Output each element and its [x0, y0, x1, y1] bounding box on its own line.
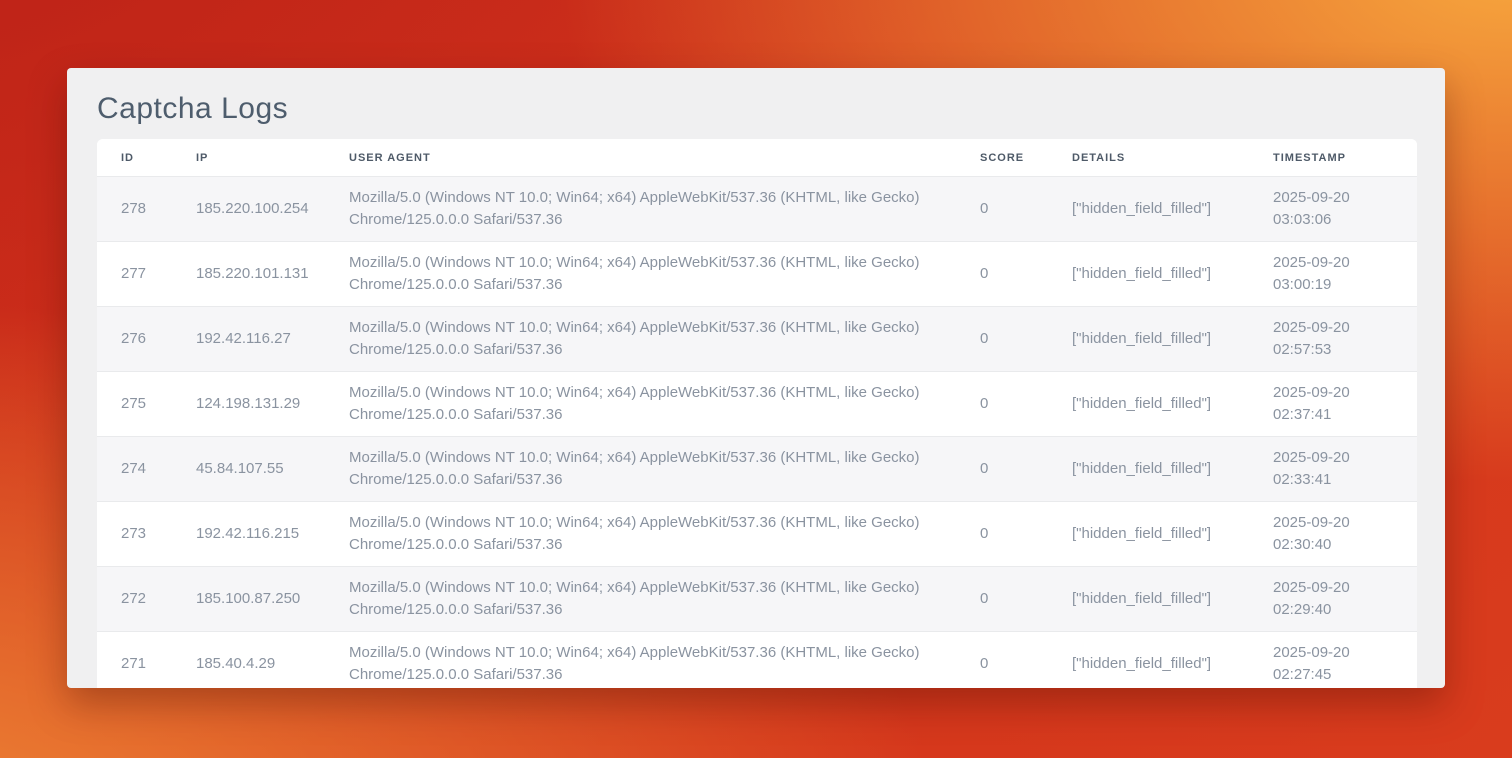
column-header-timestamp: TIMESTAMP: [1273, 152, 1417, 164]
page-background: { "page": { "title": "Captcha Logs" }, "…: [0, 0, 1512, 758]
cell-user-agent: Mozilla/5.0 (Windows NT 10.0; Win64; x64…: [349, 577, 980, 621]
cell-ip: 192.42.116.215: [196, 523, 349, 545]
cell-details: ["hidden_field_filled"]: [1072, 523, 1273, 545]
cell-score: 0: [980, 523, 1072, 545]
cell-user-agent: Mozilla/5.0 (Windows NT 10.0; Win64; x64…: [349, 252, 980, 296]
cell-id: 277: [121, 263, 196, 285]
cell-ip: 185.220.100.254: [196, 198, 349, 220]
cell-ip: 185.100.87.250: [196, 588, 349, 610]
cell-score: 0: [980, 458, 1072, 480]
cell-details: ["hidden_field_filled"]: [1072, 653, 1273, 675]
table-row: 276 192.42.116.27 Mozilla/5.0 (Windows N…: [97, 306, 1417, 371]
page-title: Captcha Logs: [67, 68, 1445, 128]
cell-score: 0: [980, 653, 1072, 675]
cell-timestamp: 2025-09-20 02:37:41: [1273, 382, 1417, 426]
cell-ip: 124.198.131.29: [196, 393, 349, 415]
column-header-details: DETAILS: [1072, 152, 1273, 164]
column-header-ip: IP: [196, 152, 349, 164]
cell-id: 272: [121, 588, 196, 610]
cell-details: ["hidden_field_filled"]: [1072, 198, 1273, 220]
table-body: 278 185.220.100.254 Mozilla/5.0 (Windows…: [97, 176, 1417, 688]
table-row: 273 192.42.116.215 Mozilla/5.0 (Windows …: [97, 501, 1417, 566]
cell-ip: 185.220.101.131: [196, 263, 349, 285]
cell-id: 271: [121, 653, 196, 675]
cell-id: 275: [121, 393, 196, 415]
cell-timestamp: 2025-09-20 02:57:53: [1273, 317, 1417, 361]
cell-user-agent: Mozilla/5.0 (Windows NT 10.0; Win64; x64…: [349, 317, 980, 361]
table-row: 271 185.40.4.29 Mozilla/5.0 (Windows NT …: [97, 631, 1417, 688]
cell-user-agent: Mozilla/5.0 (Windows NT 10.0; Win64; x64…: [349, 187, 980, 231]
cell-id: 276: [121, 328, 196, 350]
cell-user-agent: Mozilla/5.0 (Windows NT 10.0; Win64; x64…: [349, 642, 980, 686]
captcha-logs-card: Captcha Logs ID IP USER AGENT SCORE DETA…: [67, 68, 1445, 688]
cell-score: 0: [980, 263, 1072, 285]
cell-user-agent: Mozilla/5.0 (Windows NT 10.0; Win64; x64…: [349, 512, 980, 556]
cell-score: 0: [980, 393, 1072, 415]
cell-id: 273: [121, 523, 196, 545]
cell-timestamp: 2025-09-20 02:33:41: [1273, 447, 1417, 491]
column-header-user-agent: USER AGENT: [349, 152, 980, 164]
cell-id: 274: [121, 458, 196, 480]
cell-user-agent: Mozilla/5.0 (Windows NT 10.0; Win64; x64…: [349, 382, 980, 426]
cell-id: 278: [121, 198, 196, 220]
cell-details: ["hidden_field_filled"]: [1072, 393, 1273, 415]
cell-timestamp: 2025-09-20 02:27:45: [1273, 642, 1417, 686]
cell-timestamp: 2025-09-20 02:29:40: [1273, 577, 1417, 621]
table-row: 277 185.220.101.131 Mozilla/5.0 (Windows…: [97, 241, 1417, 306]
cell-timestamp: 2025-09-20 03:00:19: [1273, 252, 1417, 296]
cell-ip: 192.42.116.27: [196, 328, 349, 350]
table-row: 272 185.100.87.250 Mozilla/5.0 (Windows …: [97, 566, 1417, 631]
cell-ip: 45.84.107.55: [196, 458, 349, 480]
cell-details: ["hidden_field_filled"]: [1072, 588, 1273, 610]
cell-user-agent: Mozilla/5.0 (Windows NT 10.0; Win64; x64…: [349, 447, 980, 491]
cell-timestamp: 2025-09-20 02:30:40: [1273, 512, 1417, 556]
cell-timestamp: 2025-09-20 03:03:06: [1273, 187, 1417, 231]
table-row: 278 185.220.100.254 Mozilla/5.0 (Windows…: [97, 176, 1417, 241]
cell-details: ["hidden_field_filled"]: [1072, 328, 1273, 350]
cell-score: 0: [980, 198, 1072, 220]
cell-score: 0: [980, 588, 1072, 610]
table-row: 275 124.198.131.29 Mozilla/5.0 (Windows …: [97, 371, 1417, 436]
logs-table: ID IP USER AGENT SCORE DETAILS TIMESTAMP…: [97, 139, 1417, 688]
cell-ip: 185.40.4.29: [196, 653, 349, 675]
table-header-row: ID IP USER AGENT SCORE DETAILS TIMESTAMP: [97, 139, 1417, 176]
cell-details: ["hidden_field_filled"]: [1072, 458, 1273, 480]
table-row: 274 45.84.107.55 Mozilla/5.0 (Windows NT…: [97, 436, 1417, 501]
column-header-score: SCORE: [980, 152, 1072, 164]
cell-details: ["hidden_field_filled"]: [1072, 263, 1273, 285]
column-header-id: ID: [121, 152, 196, 164]
cell-score: 0: [980, 328, 1072, 350]
